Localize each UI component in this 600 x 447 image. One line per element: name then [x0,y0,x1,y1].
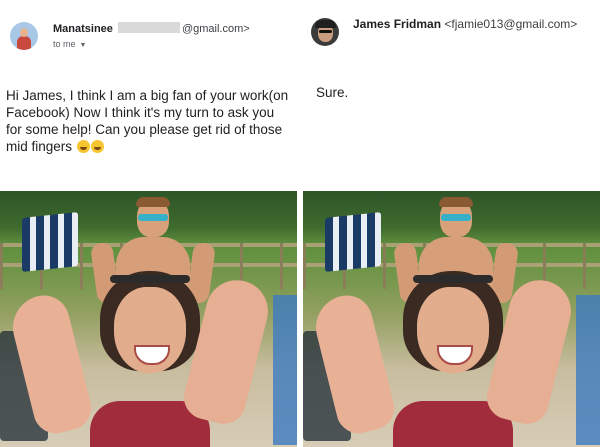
winking-face-emoji [90,140,104,153]
redacted-email [117,22,180,33]
email-panel-reply: James Fridman <fjamie013@gmail.com> Sure… [303,0,600,447]
sender-avatar[interactable] [10,22,38,50]
sender-email: @gmail.com> [181,23,250,35]
edited-photo [303,191,600,447]
original-photo [0,191,297,447]
dropdown-caret-icon[interactable]: ▼ [80,42,87,49]
sender-avatar[interactable] [311,18,339,46]
recipient-line[interactable]: to me ▼ [53,39,86,49]
sender-email: <fjamie013@gmail.com> [444,17,578,31]
smiling-face-emoji [76,140,90,153]
reply-message: Sure. [316,85,349,100]
email-panel-request: Manatsinee @gmail.com> to me ▼ Hi James, … [0,0,299,447]
sender-name: James Fridman [353,17,442,31]
recipient-label: to me [53,39,76,49]
email-message: Hi James, I think I am a big fan of your… [6,87,291,155]
message-text: Hi James, I think I am a big fan of your… [6,88,289,154]
sender-name: Manatsinee [53,23,113,35]
sender-line: Manatsinee @gmail.com> [53,22,250,35]
sender-line: James Fridman <fjamie013@gmail.com> [353,17,577,31]
